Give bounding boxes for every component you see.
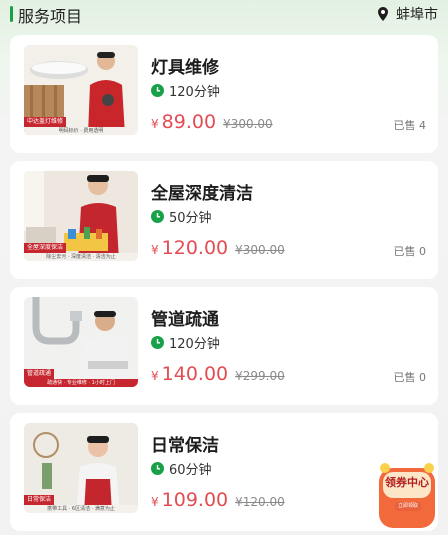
location-pin-icon — [378, 7, 388, 21]
service-image: 管道疏通 疏通快 · 专业维修 · 1小时上门 — [24, 297, 138, 387]
coupon-claim-button[interactable]: 立即领取 — [395, 502, 421, 511]
original-price: ¥120.00 — [235, 495, 285, 509]
service-price: 89.00 — [161, 111, 217, 133]
service-name: 日常保洁 — [151, 436, 219, 456]
currency-symbol: ¥ — [151, 495, 159, 509]
price-row: ¥ 120.00 ¥300.00 — [151, 237, 285, 259]
duration-label: 60分钟 — [169, 463, 212, 478]
service-strip: 携带工具 · 6区清洁 · 满意为止 — [24, 505, 138, 513]
service-duration: 60分钟 — [151, 459, 212, 478]
clock-icon — [151, 210, 164, 223]
service-tag: 全屋深度保洁 — [24, 243, 67, 253]
sold-count: 已售 0 — [393, 245, 427, 258]
service-strip: 除尘去污 · 深度清洁 · 清洁为止 — [24, 253, 138, 261]
service-name: 灯具维修 — [151, 58, 219, 78]
title-accent-bar — [10, 6, 13, 22]
service-tag: 日常保洁 — [24, 495, 55, 505]
coupon-center-button[interactable]: 领券中心 立即领取 — [371, 462, 443, 530]
location-label: 蚌埠市 — [396, 7, 438, 23]
service-tag: 中达盖灯维修 — [24, 117, 67, 127]
duration-label: 50分钟 — [169, 211, 212, 226]
coupon-label: 领券中心 — [385, 476, 429, 489]
service-duration: 50分钟 — [151, 207, 212, 226]
page-title: 服务项目 — [18, 7, 83, 26]
price-row: ¥ 109.00 ¥120.00 — [151, 489, 285, 511]
price-row: ¥ 89.00 ¥300.00 — [151, 111, 273, 133]
service-tag: 管道疏通 — [24, 369, 55, 379]
price-row: ¥ 140.00 ¥299.00 — [151, 363, 285, 385]
clock-icon — [151, 84, 164, 97]
original-price: ¥299.00 — [235, 369, 285, 383]
clock-icon — [151, 462, 164, 475]
sold-count: 已售 0 — [393, 371, 427, 384]
service-duration: 120分钟 — [151, 81, 220, 100]
service-strip: 明码标价 · 费用透明 — [24, 127, 138, 135]
service-strip: 疏通快 · 专业维修 · 1小时上门 — [24, 379, 138, 387]
original-price: ¥300.00 — [223, 117, 273, 131]
sold-count: 已售 4 — [393, 119, 427, 132]
service-card[interactable]: 管道疏通 疏通快 · 专业维修 · 1小时上门 管道疏通 120分钟 ¥ 140… — [10, 287, 438, 405]
duration-label: 120分钟 — [169, 85, 220, 100]
currency-symbol: ¥ — [151, 117, 159, 131]
coupon-badge-icon — [379, 463, 435, 528]
service-image: 中达盖灯维修 明码标价 · 费用透明 — [24, 45, 138, 135]
service-image: 日常保洁 携带工具 · 6区清洁 · 满意为止 — [24, 423, 138, 513]
service-card[interactable]: 全屋深度保洁 除尘去污 · 深度清洁 · 清洁为止 全屋深度清洁 50分钟 ¥ … — [10, 161, 438, 279]
original-price: ¥300.00 — [235, 243, 285, 257]
location-selector[interactable]: 蚌埠市 — [375, 4, 438, 24]
currency-symbol: ¥ — [151, 243, 159, 257]
service-price: 109.00 — [161, 489, 229, 511]
service-duration: 120分钟 — [151, 333, 220, 352]
service-price: 120.00 — [161, 237, 229, 259]
currency-symbol: ¥ — [151, 369, 159, 383]
service-name: 全屋深度清洁 — [151, 184, 253, 204]
service-price: 140.00 — [161, 363, 229, 385]
header: 服务项目 蚌埠市 — [0, 0, 448, 30]
service-card[interactable]: 中达盖灯维修 明码标价 · 费用透明 灯具维修 120分钟 ¥ 89.00 ¥3… — [10, 35, 438, 153]
service-image: 全屋深度保洁 除尘去污 · 深度清洁 · 清洁为止 — [24, 171, 138, 261]
duration-label: 120分钟 — [169, 337, 220, 352]
service-name: 管道疏通 — [151, 310, 219, 330]
clock-icon — [151, 336, 164, 349]
